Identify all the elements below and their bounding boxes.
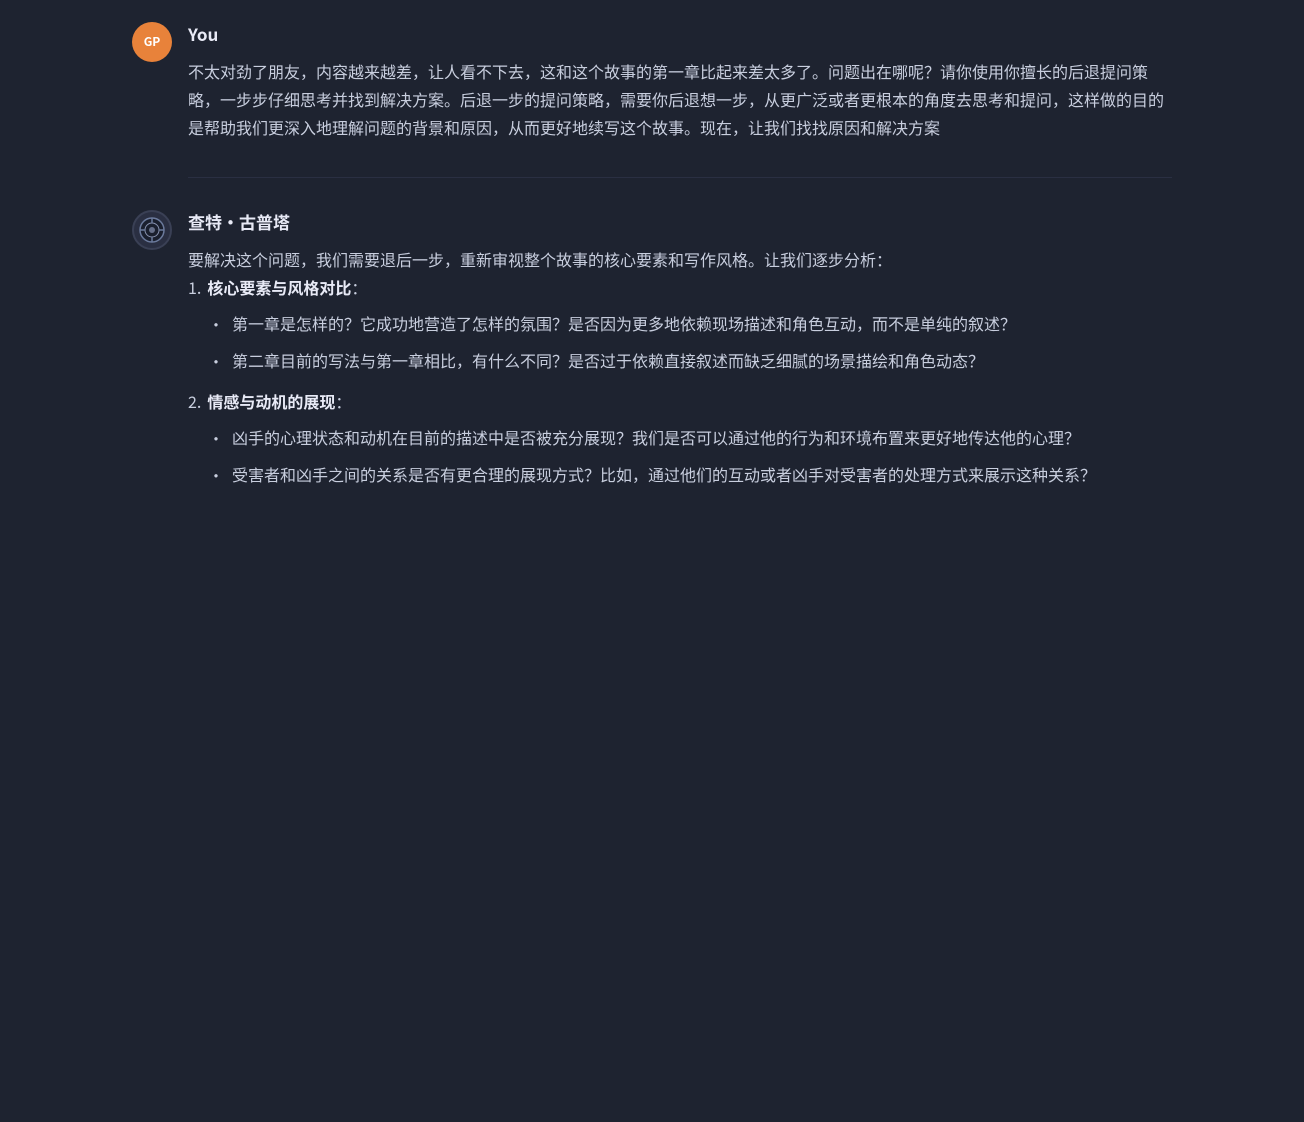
section-2-number: 2. (188, 387, 201, 415)
section-1-bullet-2: • 第二章目前的写法与第一章相比，有什么不同？是否过于依赖直接叙述而缺乏细腻的场… (208, 346, 1172, 375)
section-1-bullet-2-text: 第二章目前的写法与第一章相比，有什么不同？是否过于依赖直接叙述而缺乏细腻的场景描… (232, 346, 984, 375)
user-avatar-initials: GP (144, 32, 161, 52)
section-2: 2. 情感与动机的展现： • 凶手的心理状态和动机在目前的描述中是否被充分展现？… (188, 387, 1172, 489)
user-message-content: You 不太对劲了朋友，内容越来越差，让人看不下去，这和这个故事的第一章比起来差… (188, 20, 1172, 141)
section-1-header: 1. 核心要素与风格对比： (188, 273, 1172, 301)
section-2-bullet-2: • 受害者和凶手之间的关系是否有更合理的展现方式？比如，通过他们的互动或者凶手对… (208, 460, 1172, 489)
bullet-dot-2: • (208, 347, 224, 375)
section-1-colon: ： (351, 275, 367, 299)
ai-avatar-icon (138, 216, 166, 244)
section-2-colon: ： (335, 389, 351, 413)
divider (188, 177, 1172, 178)
ai-name: 查特·古普塔 (188, 208, 1172, 237)
section-1-number: 1. (188, 273, 201, 301)
section-2-bullet-1-text: 凶手的心理状态和动机在目前的描述中是否被充分展现？我们是否可以通过他的行为和环境… (232, 423, 1080, 452)
ai-avatar-inner (134, 212, 170, 248)
user-message-text: 不太对劲了朋友，内容越来越差，让人看不下去，这和这个故事的第一章比起来差太多了。… (188, 57, 1172, 141)
user-avatar: GP (132, 22, 172, 62)
section-1: 1. 核心要素与风格对比： • 第一章是怎样的？它成功地营造了怎样的氛围？是否因… (188, 273, 1172, 375)
bullet-dot-3: • (208, 424, 224, 452)
ai-message: 查特·古普塔 要解决这个问题，我们需要退后一步，重新审视整个故事的核心要素和写作… (132, 208, 1172, 501)
ai-message-content: 查特·古普塔 要解决这个问题，我们需要退后一步，重新审视整个故事的核心要素和写作… (188, 208, 1172, 501)
chat-container: GP You 不太对劲了朋友，内容越来越差，让人看不下去，这和这个故事的第一章比… (102, 0, 1202, 557)
section-1-bullet-1-text: 第一章是怎样的？它成功地营造了怎样的氛围？是否因为更多地依赖现场描述和角色互动，… (232, 309, 1016, 338)
section-2-bullet-1: • 凶手的心理状态和动机在目前的描述中是否被充分展现？我们是否可以通过他的行为和… (208, 423, 1172, 452)
ai-intro: 要解决这个问题，我们需要退后一步，重新审视整个故事的核心要素和写作风格。让我们逐… (188, 247, 892, 271)
section-2-title: 情感与动机的展现 (207, 389, 335, 413)
ai-intro-text: 要解决这个问题，我们需要退后一步，重新审视整个故事的核心要素和写作风格。让我们逐… (188, 245, 1172, 489)
section-2-header: 2. 情感与动机的展现： (188, 387, 1172, 415)
section-2-bullet-2-text: 受害者和凶手之间的关系是否有更合理的展现方式？比如，通过他们的互动或者凶手对受害… (232, 460, 1096, 489)
bullet-dot-1: • (208, 310, 224, 338)
ai-sections-list: 1. 核心要素与风格对比： • 第一章是怎样的？它成功地营造了怎样的氛围？是否因… (188, 273, 1172, 489)
section-2-bullets: • 凶手的心理状态和动机在目前的描述中是否被充分展现？我们是否可以通过他的行为和… (208, 423, 1172, 489)
section-1-title: 核心要素与风格对比 (207, 275, 351, 299)
user-message: GP You 不太对劲了朋友，内容越来越差，让人看不下去，这和这个故事的第一章比… (132, 20, 1172, 141)
user-name: You (188, 20, 1172, 49)
ai-avatar (132, 210, 172, 250)
section-1-bullets: • 第一章是怎样的？它成功地营造了怎样的氛围？是否因为更多地依赖现场描述和角色互… (208, 309, 1172, 375)
bullet-dot-4: • (208, 461, 224, 489)
section-1-bullet-1: • 第一章是怎样的？它成功地营造了怎样的氛围？是否因为更多地依赖现场描述和角色互… (208, 309, 1172, 338)
